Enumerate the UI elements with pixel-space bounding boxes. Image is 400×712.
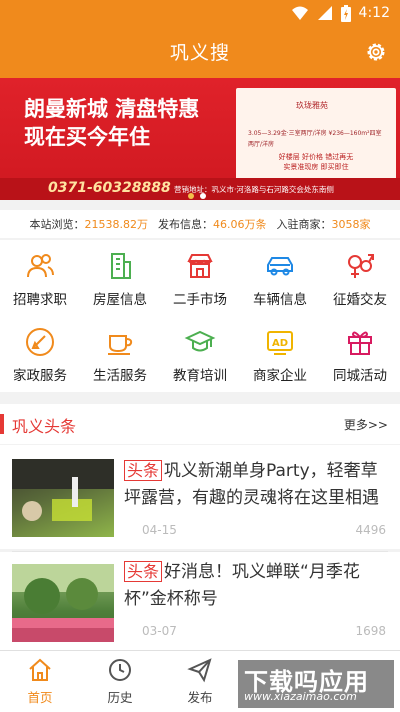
party-photo-thumbnail	[12, 459, 114, 521]
category-education[interactable]: 教育培训	[160, 318, 240, 390]
stat-merchants-value: 3058家	[331, 218, 371, 231]
news-title: 巩义新潮单身Party，轻奢草坪露营，有趣的灵魂将在这里相遇	[124, 461, 379, 508]
category-grid: 招聘求职 房屋信息 二手市场 车辆信息 征婚交友 家政服务 生活服务 教育培训 …	[0, 240, 400, 392]
stat-views: 本站浏览：21538.82万	[30, 216, 149, 232]
banner-perks-line2: 实景准现房 即买即住	[283, 163, 349, 171]
graduation-cap-icon	[184, 330, 216, 352]
building-icon	[111, 253, 131, 279]
promo-banner[interactable]: 朗曼新城 清盘特惠 现在买今年住 玖珑雅苑 3.05—3.29金·三室两厅/洋房…	[0, 78, 400, 200]
category-label: 生活服务	[93, 368, 147, 384]
stat-posts: 发布信息：46.06万条	[158, 216, 267, 232]
signal-icon	[317, 6, 332, 20]
shop-icon	[187, 254, 213, 278]
coffee-cup-icon	[108, 335, 133, 355]
cleaning-icon	[26, 328, 54, 356]
category-label: 商家企业	[253, 368, 307, 384]
category-label: 同城活动	[333, 368, 387, 384]
category-label: 教育培训	[173, 368, 227, 384]
stat-merchants-label: 入驻商家：	[276, 218, 332, 231]
category-business[interactable]: AD 商家企业	[240, 318, 320, 390]
gift-icon	[348, 331, 372, 355]
section-accent-bar	[0, 414, 4, 434]
news-headline: 头条 巩义新潮单身Party，轻奢草坪露营，有趣的灵魂将在这里相遇	[124, 457, 388, 512]
stat-merchants: 入驻商家：3058家	[277, 216, 371, 232]
category-label: 房屋信息	[93, 292, 147, 308]
category-label: 二手市场	[173, 292, 227, 308]
news-date: 04-15	[142, 523, 177, 537]
carousel-dot-active[interactable]	[188, 193, 194, 199]
svg-text:AD: AD	[272, 338, 288, 349]
category-vehicles[interactable]: 车辆信息	[240, 242, 320, 314]
ad-icon: AD	[267, 331, 293, 355]
home-icon	[29, 658, 51, 681]
status-bar: 4:12	[0, 0, 400, 26]
banner-headline-line2: 现在买今年住	[24, 125, 150, 149]
news-views: 1698	[355, 624, 386, 638]
banner-side-panel: 玖珑雅苑 3.05—3.29金·三室两厅/洋房 ¥236—160m²四室两厅/洋…	[236, 88, 396, 184]
flower-garden-thumbnail	[12, 564, 114, 642]
status-icons: 4:12	[291, 3, 390, 23]
people-icon	[27, 254, 54, 278]
watermark: 下载吗应用 www.xiazaimao.com	[238, 660, 394, 708]
category-label: 车辆信息	[253, 292, 307, 308]
tab-label: 历史	[107, 690, 133, 705]
app-header: 巩义搜	[0, 26, 400, 78]
tab-home[interactable]: 首页	[0, 655, 80, 711]
gender-icon	[348, 254, 374, 278]
battery-icon	[340, 4, 351, 22]
tab-history[interactable]: 历史	[80, 655, 160, 711]
banner-headline: 朗曼新城 清盘特惠 现在买今年住	[24, 96, 199, 150]
news-section-header: 巩义头条 更多>>	[0, 404, 400, 444]
stat-posts-value: 46.06万条	[213, 218, 267, 231]
category-label: 家政服务	[13, 368, 67, 384]
tab-publish[interactable]: 发布	[160, 655, 240, 711]
stat-views-value: 21538.82万	[84, 218, 149, 231]
category-housekeeping[interactable]: 家政服务	[0, 318, 80, 390]
headline-tag: 头条	[124, 460, 163, 481]
banner-address: 营销地址：巩义市·河洛路与石河路交会处东南侧	[174, 185, 334, 194]
category-jobs[interactable]: 招聘求职	[0, 242, 80, 314]
stat-posts-label: 发布信息：	[158, 218, 213, 231]
category-life-services[interactable]: 生活服务	[80, 318, 160, 390]
news-date: 03-07	[142, 624, 177, 638]
banner-perks: 好楼层 好价格 错过再无 实景准现房 即买即住	[266, 152, 366, 172]
news-thumbnail	[12, 459, 114, 537]
category-events[interactable]: 同城活动	[320, 318, 400, 390]
category-label: 征婚交友	[333, 292, 387, 308]
news-item[interactable]: 头条 巩义新潮单身Party，轻奢草坪露营，有趣的灵魂将在这里相遇 04-15 4…	[0, 445, 400, 549]
tab-label: 首页	[27, 690, 53, 705]
category-secondhand[interactable]: 二手市场	[160, 242, 240, 314]
car-icon	[267, 257, 293, 276]
status-time: 4:12	[358, 5, 390, 21]
clock-icon	[109, 659, 131, 681]
news-item[interactable]: 头条 好消息！巩义蝉联“月季花杯”金杯称号 03-07 1698	[0, 552, 400, 650]
news-section-title: 巩义头条	[12, 417, 77, 436]
more-link[interactable]: 更多>>	[344, 416, 388, 433]
category-housing[interactable]: 房屋信息	[80, 242, 160, 314]
site-stats: 本站浏览：21538.82万 发布信息：46.06万条 入驻商家：3058家	[0, 210, 400, 238]
banner-phone: 0371-60328888	[48, 180, 171, 196]
send-icon	[187, 658, 212, 683]
carousel-dot[interactable]	[200, 193, 206, 199]
news-views: 4496	[355, 523, 386, 537]
category-label: 招聘求职	[13, 292, 67, 308]
banner-dates: 3.05—3.29金·三室两厅/洋房 ¥236—160m²四室两厅/洋房	[248, 130, 382, 148]
banner-headline-line1: 朗曼新城 清盘特惠	[24, 97, 200, 121]
wifi-icon	[291, 6, 308, 20]
news-headline: 头条 好消息！巩义蝉联“月季花杯”金杯称号	[124, 558, 388, 613]
headline-tag: 头条	[124, 561, 163, 582]
stat-views-label: 本站浏览：	[29, 218, 85, 231]
tab-label: 发布	[187, 690, 213, 705]
news-thumbnail	[12, 564, 114, 642]
banner-perks-line1: 好楼层 好价格 错过再无	[278, 153, 354, 161]
category-dating[interactable]: 征婚交友	[320, 242, 400, 314]
banner-brand: 玖珑雅苑	[296, 101, 328, 110]
gear-icon[interactable]	[364, 40, 388, 64]
page-title: 巩义搜	[169, 42, 230, 64]
watermark-url: www.xiazaimao.com	[244, 690, 357, 703]
